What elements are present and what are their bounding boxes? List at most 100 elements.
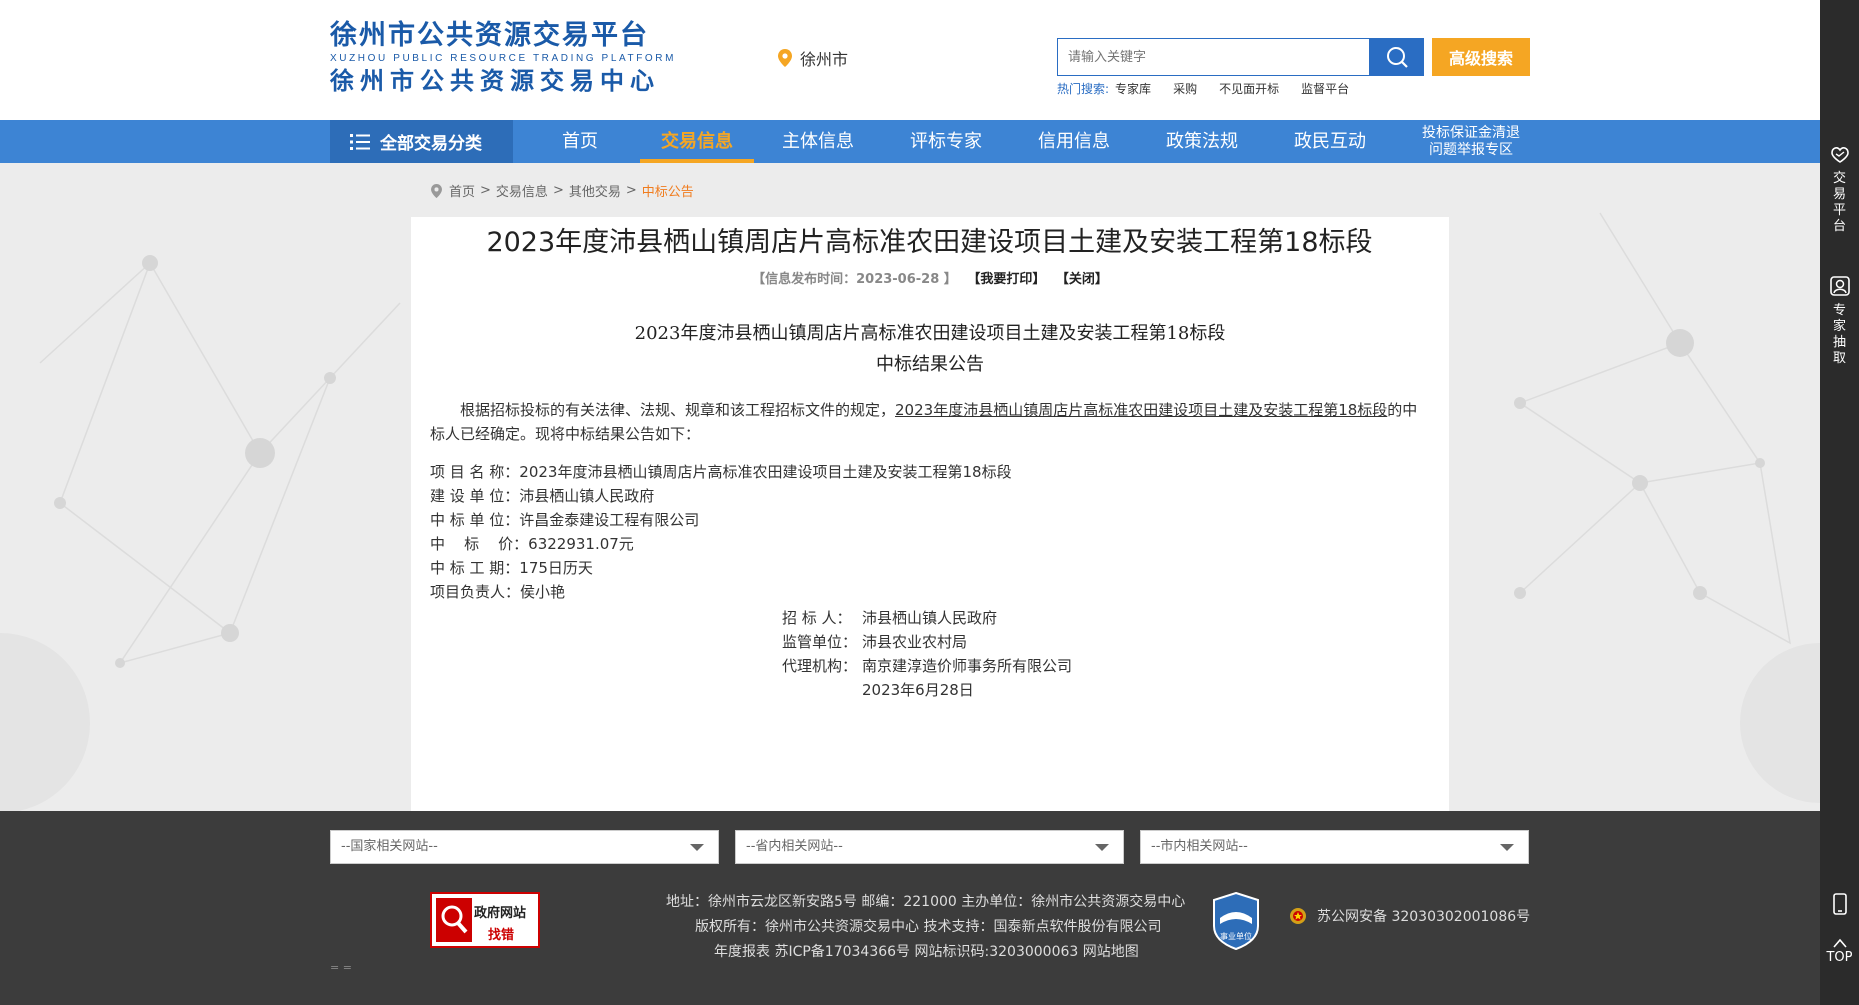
logo-title: 徐州市公共资源交易平台 bbox=[330, 20, 649, 51]
sign-value: 沛县农业农村局 bbox=[862, 633, 968, 651]
site-logo[interactable]: 徐州市公共资源交易平台 XUZHOU PUBLIC RESOURCE TRADI… bbox=[330, 20, 676, 96]
sign-value: 沛县栖山镇人民政府 bbox=[862, 609, 998, 627]
nav-item-trade-info[interactable]: 交易信息 bbox=[640, 120, 754, 163]
breadcrumb-separator: > bbox=[480, 183, 491, 198]
sign-key: 招 标 人： bbox=[782, 609, 852, 627]
field-winner: 中 标 单 位：许昌金泰建设工程有限公司 bbox=[430, 511, 700, 529]
main-nav: 全部交易分类 首页 交易信息 主体信息 评标专家 信用信息 政策法规 政民互动 … bbox=[0, 120, 1820, 163]
sign-value: 南京建淳造价师事务所有限公司 bbox=[862, 657, 1073, 675]
result-fields: 项 目 名 称：2023年度沛县栖山镇周店片高标准农田建设项目土建及安装工程第1… bbox=[430, 460, 1430, 604]
footer-copyright-line: 版权所有：徐州市公共资源交易中心 技术支持：国泰新点软件股份有限公司 bbox=[695, 919, 1162, 935]
province-sites-select[interactable]: --省内相关网站-- bbox=[735, 830, 1124, 864]
police-record[interactable]: 苏公网安备 32030302001086号 bbox=[1289, 906, 1530, 926]
hot-search-item[interactable]: 专家库 bbox=[1115, 80, 1151, 97]
nav-item-home[interactable]: 首页 bbox=[552, 120, 608, 163]
hot-searches: 热门搜索: 专家库 采购 不见面开标 监督平台 bbox=[1057, 80, 1371, 97]
publish-time: 【信息发布时间：2023-06-28 】 bbox=[752, 272, 957, 287]
sidebar-expert-draw[interactable]: 专家抽取 bbox=[1820, 275, 1859, 367]
location-pin-icon bbox=[778, 49, 792, 67]
search-button[interactable] bbox=[1369, 38, 1424, 76]
breadcrumb-current[interactable]: 中标公告 bbox=[642, 181, 694, 200]
site-footer: --国家相关网站-- --省内相关网站-- --市内相关网站-- 政府网站 找错… bbox=[0, 811, 1820, 1005]
nav-deposit-line1: 投标保证金清退 bbox=[1422, 125, 1520, 141]
sign-row: 代理机构： 南京建淳造价师事务所有限公司 bbox=[782, 654, 1072, 678]
article-meta: 【信息发布时间：2023-06-28 】 【我要打印】 【关闭】 bbox=[411, 268, 1449, 287]
print-button[interactable]: 【我要打印】 bbox=[967, 272, 1045, 287]
sidebar-mobile[interactable] bbox=[1820, 893, 1859, 921]
field-builder: 建 设 单 位：沛县栖山镇人民政府 bbox=[430, 487, 655, 505]
field-manager: 项目负责人：侯小艳 bbox=[430, 583, 566, 601]
breadcrumb-separator: > bbox=[625, 183, 637, 198]
city-sites-select[interactable]: --市内相关网站-- bbox=[1140, 830, 1529, 864]
handshake-icon bbox=[1830, 147, 1849, 163]
location-pin-icon bbox=[431, 183, 442, 198]
nav-item-interaction[interactable]: 政民互动 bbox=[1282, 120, 1378, 163]
back-to-top-button[interactable]: TOP bbox=[1820, 938, 1859, 966]
search-input[interactable] bbox=[1058, 39, 1369, 75]
site-header: 徐州市公共资源交易平台 XUZHOU PUBLIC RESOURCE TRADI… bbox=[0, 0, 1820, 120]
intro-text: 根据招标投标的有关法律、法规、规章和该工程招标文件的规定， bbox=[460, 401, 896, 419]
gov-badge-bottom: 找错 bbox=[488, 928, 515, 943]
search-icon bbox=[1386, 47, 1408, 68]
nav-item-subject-info[interactable]: 主体信息 bbox=[770, 120, 866, 163]
signature-block: 招 标 人： 沛县栖山镇人民政府 监管单位： 沛县农业农村局 代理机构： 南京建淳造价… bbox=[782, 606, 1072, 702]
nav-item-policy[interactable]: 政策法规 bbox=[1154, 120, 1250, 163]
police-emblem-icon bbox=[1290, 908, 1306, 924]
footer-dots: = = bbox=[330, 961, 352, 974]
close-button[interactable]: 【关闭】 bbox=[1056, 272, 1108, 287]
hot-search-item[interactable]: 监督平台 bbox=[1301, 80, 1349, 97]
gov-site-error-report-badge[interactable]: 政府网站 找错 bbox=[430, 892, 540, 948]
document-heading: 2023年度沛县栖山镇周店片高标准农田建设项目土建及安装工程第18标段 中标结果… bbox=[411, 318, 1449, 380]
document-heading-line2: 中标结果公告 bbox=[876, 354, 984, 375]
breadcrumb-home[interactable]: 首页 bbox=[449, 181, 475, 200]
logo-subtitle-en: XUZHOU PUBLIC RESOURCE TRADING PLATFORM bbox=[330, 53, 677, 64]
institution-seal-icon[interactable]: 事业单位 bbox=[1212, 892, 1260, 950]
advanced-search-button[interactable]: 高级搜索 bbox=[1432, 38, 1530, 76]
sign-row: 招 标 人： 沛县栖山镇人民政府 bbox=[782, 606, 1072, 630]
project-link[interactable]: 2023年度沛县栖山镇周店片高标准农田建设项目土建及安装工程第18标段 bbox=[895, 401, 1387, 419]
sign-row: 监管单位： 沛县农业农村局 bbox=[782, 630, 1072, 654]
sidebar-trade-platform-label: 交易平台 bbox=[1832, 171, 1846, 234]
hot-search-item[interactable]: 不见面开标 bbox=[1219, 80, 1279, 97]
national-sites-select[interactable]: --国家相关网站-- bbox=[330, 830, 719, 864]
chevron-down-icon bbox=[690, 844, 704, 851]
sidebar-trade-platform[interactable]: 交易平台 bbox=[1820, 143, 1859, 235]
select-value: --省内相关网站-- bbox=[746, 839, 843, 854]
chevron-up-icon bbox=[1832, 938, 1847, 948]
police-record-text: 苏公网安备 32030302001086号 bbox=[1317, 909, 1531, 925]
select-value: --市内相关网站-- bbox=[1151, 839, 1248, 854]
select-value: --国家相关网站-- bbox=[341, 839, 438, 854]
nav-item-credit[interactable]: 信用信息 bbox=[1026, 120, 1122, 163]
footer-icp-line[interactable]: 年度报表 苏ICP备17034366号 网站标识码:3203000063 网站地… bbox=[714, 939, 1139, 965]
sign-key: 监管单位： bbox=[782, 633, 858, 651]
hot-search-label: 热门搜索: bbox=[1057, 82, 1110, 96]
expert-icon bbox=[1829, 276, 1850, 296]
menu-list-icon bbox=[350, 133, 370, 150]
seal-text: 事业单位 bbox=[1220, 931, 1252, 941]
sidebar-expert-draw-label: 专家抽取 bbox=[1832, 303, 1846, 366]
sign-row: 2023年6月28日 bbox=[782, 678, 1072, 702]
intro-paragraph: 根据招标投标的有关法律、法规、规章和该工程招标文件的规定，2023年度沛县栖山镇… bbox=[430, 398, 1430, 446]
breadcrumb-other-trade[interactable]: 其他交易 bbox=[569, 181, 621, 200]
nav-item-deposit-report[interactable]: 投标保证金清退 问题举报专区 bbox=[1406, 125, 1536, 159]
back-to-top-label: TOP bbox=[1826, 950, 1853, 965]
breadcrumb: 首页 > 交易信息 > 其他交易 > 中标公告 bbox=[431, 181, 694, 200]
article-title: 2023年度沛县栖山镇周店片高标准农田建设项目土建及安装工程第18标段 bbox=[486, 227, 1373, 258]
nav-item-experts[interactable]: 评标专家 bbox=[898, 120, 994, 163]
city-selector[interactable]: 徐州市 bbox=[778, 46, 848, 70]
city-name: 徐州市 bbox=[800, 50, 849, 69]
sign-date: 2023年6月28日 bbox=[862, 681, 974, 699]
all-categories-label: 全部交易分类 bbox=[380, 134, 482, 154]
chevron-down-icon bbox=[1500, 844, 1514, 851]
chevron-down-icon bbox=[1095, 844, 1109, 851]
hot-search-item[interactable]: 采购 bbox=[1173, 80, 1197, 97]
field-duration: 中 标 工 期：175日历天 bbox=[430, 559, 593, 577]
breadcrumb-trade-info[interactable]: 交易信息 bbox=[496, 181, 548, 200]
magnifier-icon bbox=[436, 898, 472, 942]
logo-center-name: 徐州市公共资源交易中心 bbox=[330, 67, 660, 95]
document-heading-line1: 2023年度沛县栖山镇周店片高标准农田建设项目土建及安装工程第18标段 bbox=[634, 323, 1226, 344]
field-project-name: 项 目 名 称：2023年度沛县栖山镇周店片高标准农田建设项目土建及安装工程第1… bbox=[430, 463, 1012, 481]
footer-address-line: 地址：徐州市云龙区新安路5号 邮编：221000 主办单位：徐州市公共资源交易中… bbox=[666, 894, 1186, 910]
all-categories-button[interactable]: 全部交易分类 bbox=[330, 120, 513, 163]
document-body: 根据招标投标的有关法律、法规、规章和该工程招标文件的规定，2023年度沛县栖山镇… bbox=[430, 398, 1430, 604]
